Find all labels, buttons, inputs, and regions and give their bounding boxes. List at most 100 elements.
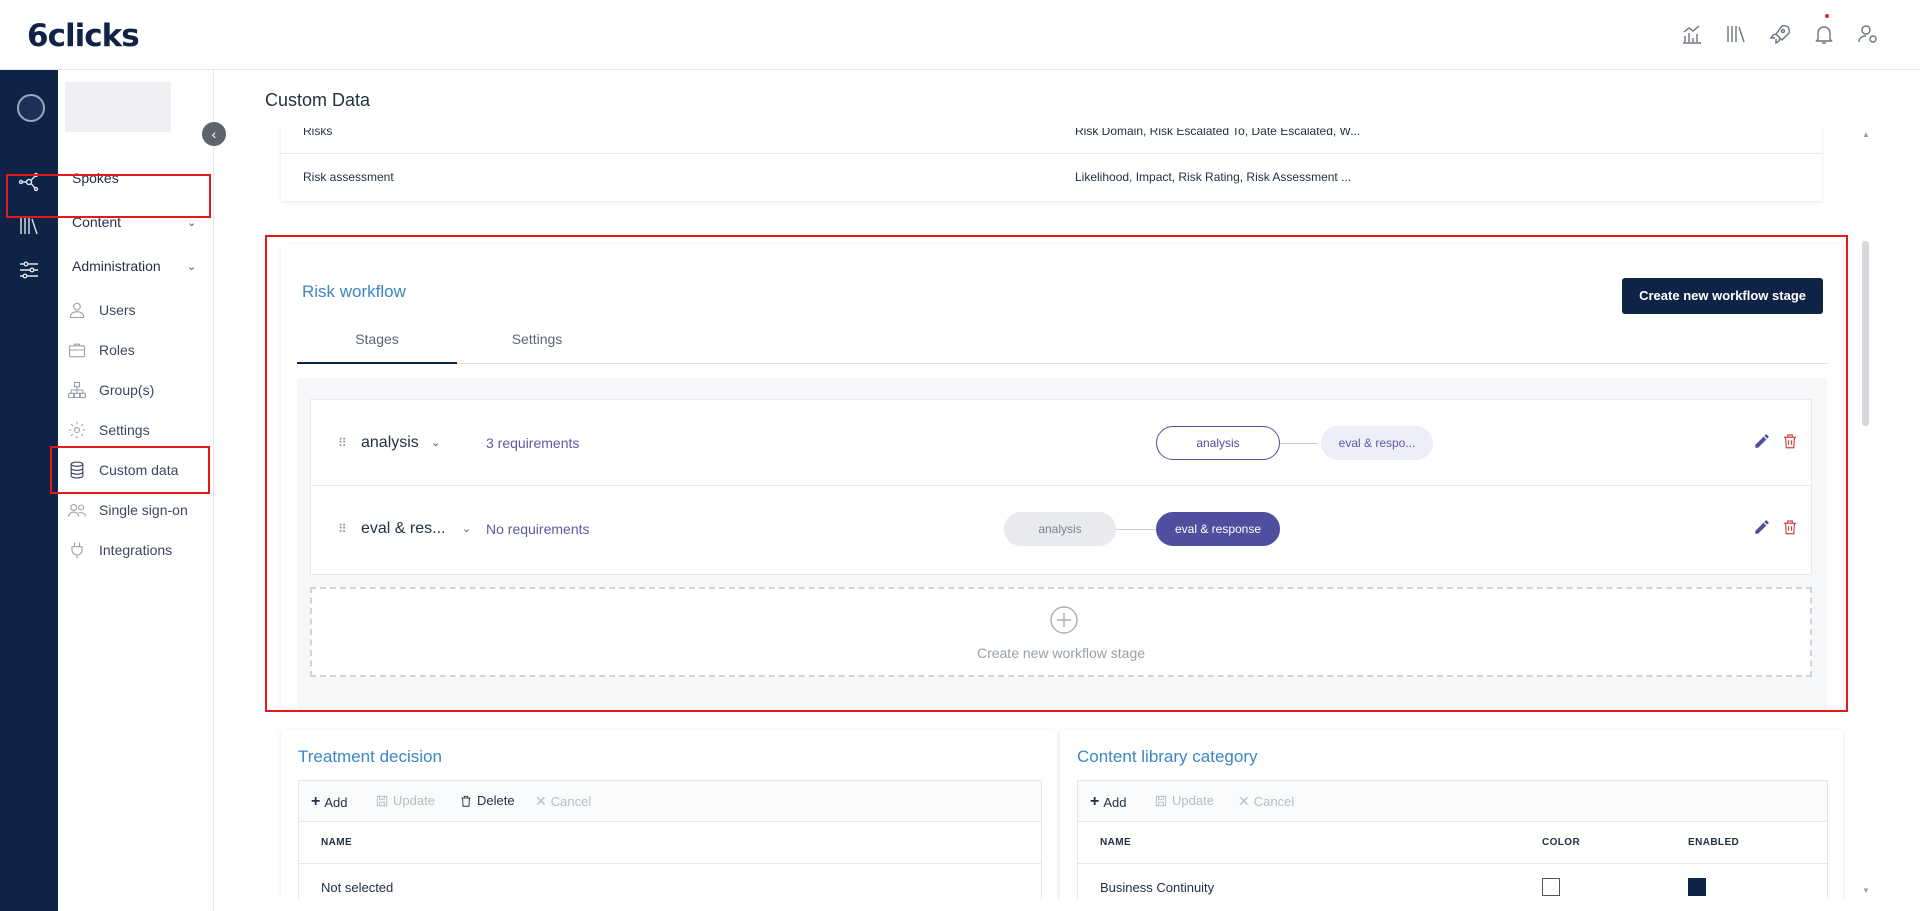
create-workflow-stage-dropzone[interactable]: Create new workflow stage [310, 587, 1812, 677]
row-fields: Likelihood, Impact, Risk Rating, Risk As… [1075, 170, 1352, 184]
tab-settings[interactable]: Settings [457, 324, 617, 364]
sub-item-single-sign-on[interactable]: Single sign-on [67, 500, 188, 520]
stage-pill-current: analysis [1156, 426, 1280, 460]
content-library-category-title: Content library category [1077, 747, 1258, 766]
rocket-icon[interactable] [1768, 22, 1792, 46]
nav-item-spokes[interactable]: Spokes [72, 170, 119, 186]
organization-logo-placeholder [65, 82, 171, 132]
column-header-name[interactable]: NAME [321, 837, 352, 848]
nav-item-content[interactable]: Content ⌄ [72, 214, 212, 230]
library-icon[interactable] [1724, 22, 1748, 46]
update-button[interactable]: Update [375, 793, 435, 808]
sub-item-groups[interactable]: Group(s) [67, 380, 154, 400]
chevron-down-icon[interactable]: ⌄ [431, 436, 440, 449]
column-header-enabled[interactable]: ENABLED [1688, 837, 1739, 848]
tab-stages[interactable]: Stages [297, 324, 457, 364]
cancel-button[interactable]: ✕ Cancel [535, 793, 591, 810]
table-row[interactable]: Not selected [298, 864, 1042, 899]
sub-item-label: Integrations [99, 542, 173, 558]
drag-handle-icon[interactable]: ⠿ [338, 436, 347, 450]
chevron-down-icon: ⌄ [187, 260, 197, 273]
custom-fields-table: Risks Risk Domain, Risk Escalated To, Da… [281, 128, 1822, 201]
edit-icon[interactable] [1753, 518, 1771, 536]
column-header-color[interactable]: COLOR [1542, 837, 1580, 848]
edit-icon[interactable] [1753, 432, 1771, 450]
table-row[interactable]: Risk assessment Likelihood, Impact, Risk… [281, 153, 1822, 201]
user-icon [69, 302, 85, 319]
workflow-tabs: Stages Settings [297, 324, 1827, 364]
grid-toolbar: + Add Update Delete ✕ Cancel [298, 780, 1042, 822]
briefcase-icon [68, 343, 86, 358]
database-icon [70, 461, 84, 479]
scroll-down-arrow[interactable]: ▼ [1862, 886, 1870, 895]
scroll-up-arrow[interactable]: ▲ [1862, 130, 1870, 139]
cancel-button[interactable]: ✕ Cancel [1238, 793, 1294, 810]
grid-header: NAME [298, 822, 1042, 864]
enabled-checkbox[interactable] [1688, 878, 1706, 896]
content-library-category-card: Content library category + Add Update ✕ Ca… [1060, 730, 1843, 899]
sub-item-settings[interactable]: Settings [67, 420, 150, 440]
grid-header: NAME COLOR ENABLED [1077, 822, 1828, 864]
stage-requirements-link[interactable]: No requirements [486, 521, 590, 537]
cell-name: Business Continuity [1100, 880, 1215, 895]
nav-item-administration[interactable]: Administration ⌄ [72, 258, 212, 274]
update-button[interactable]: Update [1154, 793, 1214, 808]
sub-item-integrations[interactable]: Integrations [67, 540, 172, 560]
spokes-icon[interactable] [17, 170, 41, 194]
users-icon [68, 504, 86, 517]
stage-requirements-link[interactable]: 3 requirements [486, 435, 579, 451]
chevron-down-icon[interactable]: ⌄ [462, 522, 471, 535]
plus-circle-icon [1050, 606, 1078, 634]
add-button[interactable]: + Add [311, 793, 347, 811]
sub-item-roles[interactable]: Roles [67, 340, 135, 360]
icon-rail [0, 70, 58, 911]
create-workflow-stage-button[interactable]: Create new workflow stage [1622, 278, 1823, 314]
vertical-scrollbar[interactable]: ▲ ▼ [1861, 128, 1870, 899]
delete-button[interactable]: Delete [459, 793, 515, 808]
collapse-sidebar-button[interactable]: ‹ [202, 122, 226, 146]
nav-item-label: Content [72, 214, 122, 230]
stage-name: eval & res... [361, 520, 446, 537]
notification-dot [1825, 14, 1829, 18]
stages-panel: ⠿ analysis ⌄ 3 requirements analysis eva… [297, 378, 1827, 708]
analytics-icon[interactable] [1680, 22, 1704, 46]
workflow-stage-row[interactable]: ⠿ eval & res... ⌄ No requirements analys… [310, 485, 1812, 575]
scroll-area: Risks Risk Domain, Risk Escalated To, Da… [214, 128, 1864, 899]
row-name: Risks [303, 128, 333, 138]
delete-icon[interactable] [1781, 432, 1799, 450]
bell-icon[interactable] [1812, 14, 1836, 46]
main-content: Custom Data Risks Risk Domain, Risk Esca… [214, 70, 1920, 911]
trash-icon [461, 795, 471, 807]
side-navigation: ‹ Spokes Content ⌄ Administration ⌄ User… [58, 70, 226, 911]
treatment-decision-title: Treatment decision [298, 747, 442, 766]
stage-pill-previous: analysis [1004, 512, 1116, 546]
stage-connector [1116, 529, 1156, 530]
top-icon-bar [1680, 14, 1880, 46]
sub-item-label: Roles [99, 342, 135, 358]
table-row[interactable]: Business Continuity [1077, 864, 1828, 899]
save-icon [1155, 795, 1167, 806]
table-row[interactable]: Risks Risk Domain, Risk Escalated To, Da… [281, 128, 1822, 156]
sub-item-users[interactable]: Users [67, 300, 136, 320]
sub-item-label: Group(s) [99, 382, 155, 398]
content-icon[interactable] [17, 214, 41, 238]
stage-connector [1280, 443, 1318, 444]
save-icon [376, 795, 388, 806]
top-header: 6clicks [0, 0, 1920, 70]
column-header-name[interactable]: NAME [1100, 837, 1131, 848]
gear-icon [68, 421, 86, 439]
sub-item-label: Users [99, 302, 136, 318]
user-settings-icon[interactable] [1856, 22, 1880, 46]
administration-icon[interactable] [17, 258, 41, 282]
add-button[interactable]: + Add [1090, 793, 1126, 811]
avatar[interactable] [17, 94, 45, 122]
sub-item-custom-data[interactable]: Custom data [67, 460, 178, 480]
color-swatch[interactable] [1542, 878, 1560, 896]
sub-item-label: Settings [99, 422, 150, 438]
delete-icon[interactable] [1781, 518, 1799, 536]
drag-handle-icon[interactable]: ⠿ [338, 522, 347, 536]
risk-workflow-title: Risk workflow [302, 282, 406, 301]
workflow-stage-row[interactable]: ⠿ analysis ⌄ 3 requirements analysis eva… [310, 399, 1812, 489]
app-logo[interactable]: 6clicks [27, 18, 140, 54]
scrollbar-thumb[interactable] [1862, 241, 1869, 426]
